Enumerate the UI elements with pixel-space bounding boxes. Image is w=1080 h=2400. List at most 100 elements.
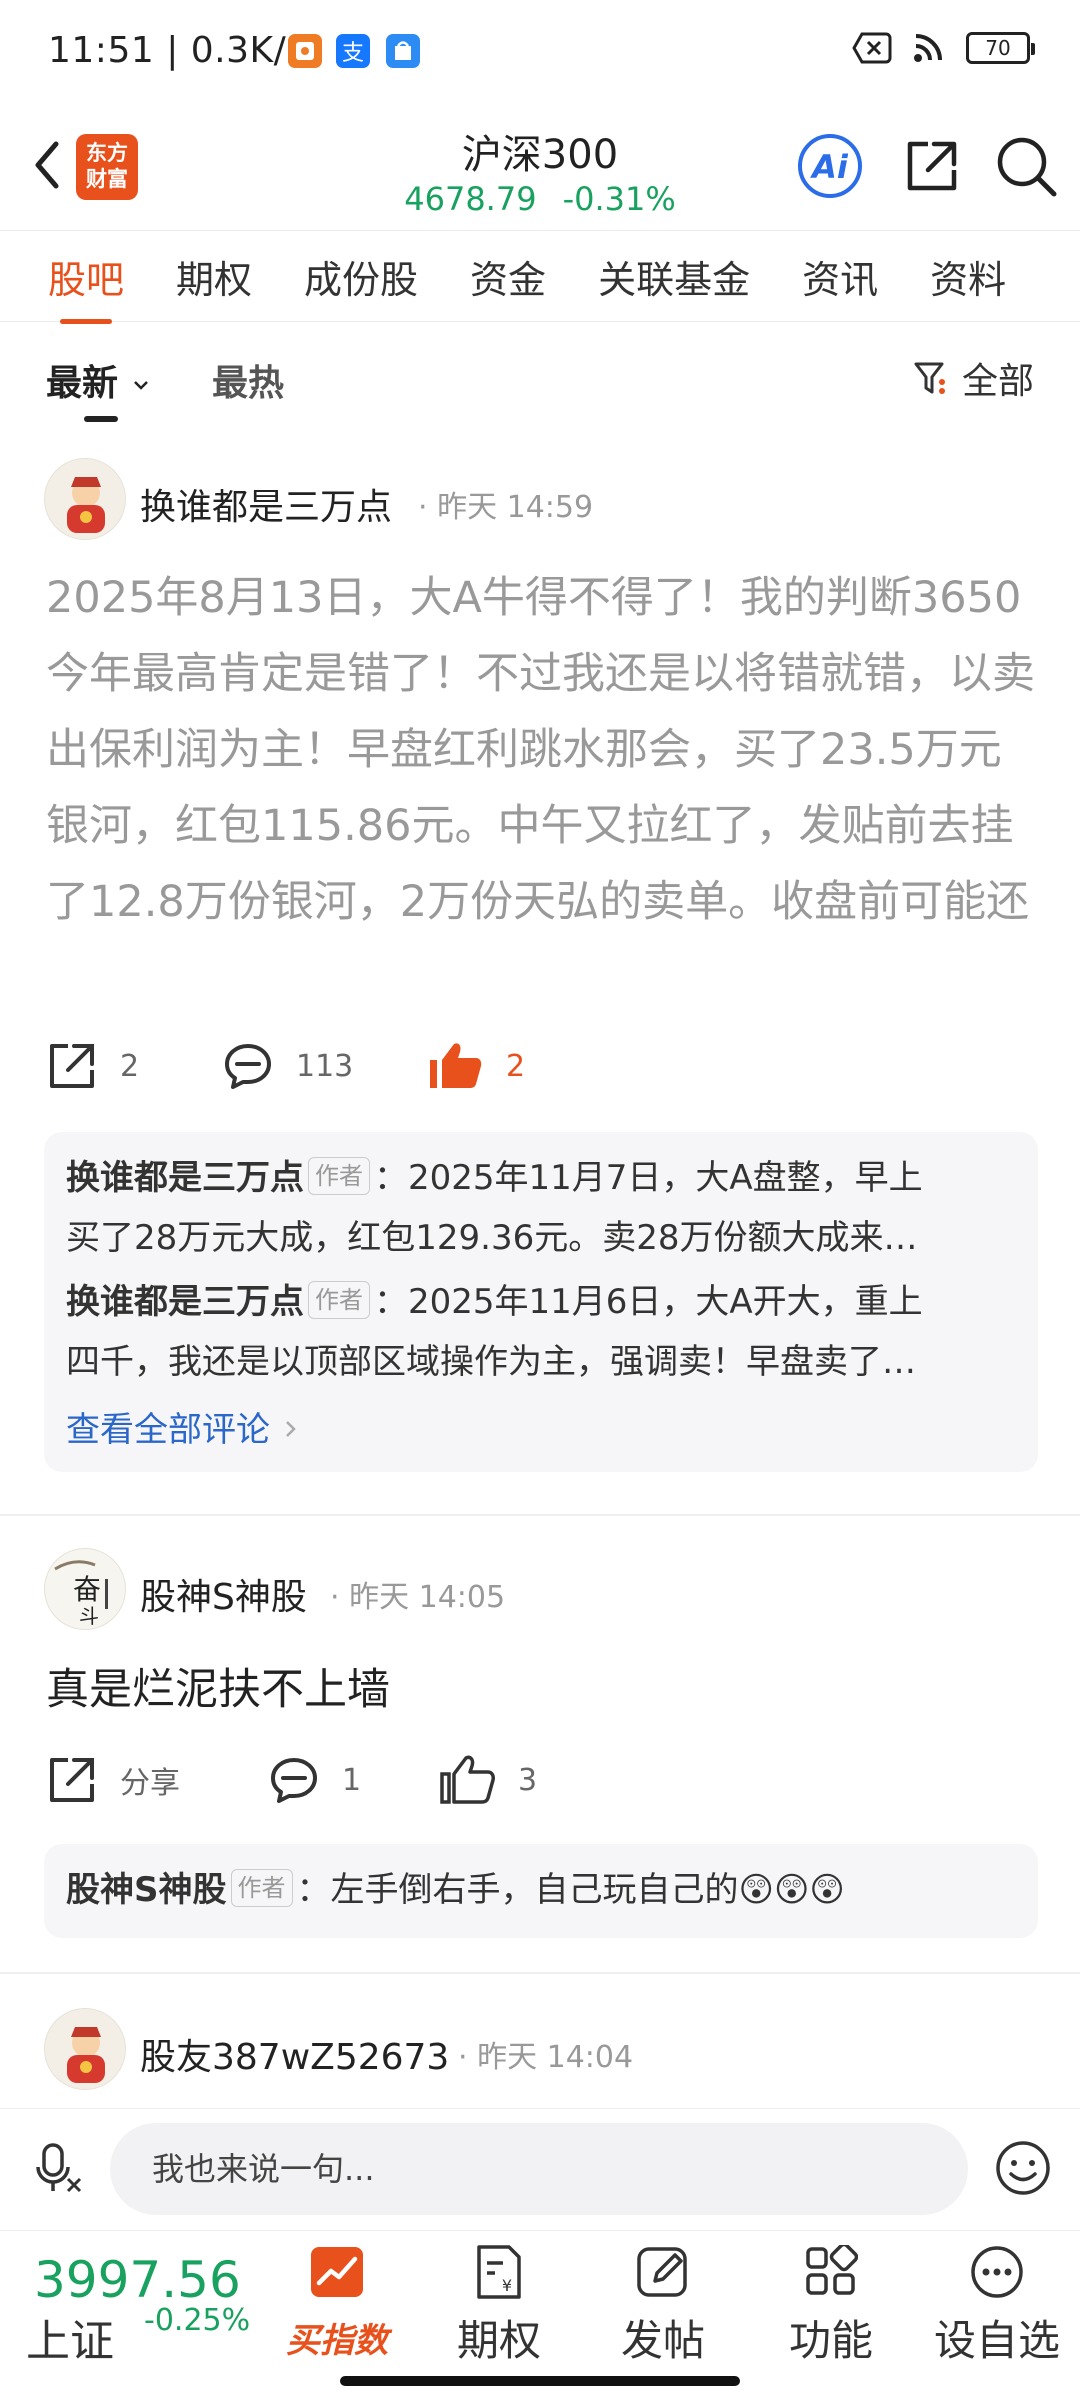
avatar[interactable]: 奋斗 [44,1548,126,1630]
chevron-down-icon [133,381,148,390]
post-author[interactable]: 股友387wZ52673 [140,2028,449,2080]
comment-item-continued[interactable]: 买了28万元大成，红包129.36元。卖28万份额大成来… [66,1208,1014,1268]
sh-index-name: 上证 [26,2316,114,2367]
author-badge: 作者 [230,1868,293,1907]
like-action[interactable]: 3 [440,1754,537,1806]
more-dots-icon [971,2246,1023,2298]
comment-text-line1: ：2025年11月7日，大A盘整，早上 [374,1158,923,1198]
comment-item[interactable]: 股神S神股 作者 ：左手倒右手，自己玩自己的😲😲😲 [66,1860,1014,1920]
nav-post-label: 发帖 [620,2316,705,2365]
tab-related-funds[interactable]: 关联基金 [598,249,750,304]
share-icon[interactable] [898,132,966,200]
sort-latest-label: 最新 [46,363,119,404]
post-actions: 2 113 2 [46,1040,525,1092]
calligraphy-avatar-icon: 奋斗 [54,1560,108,1628]
post-divider [0,1514,1080,1516]
avatar[interactable] [44,458,126,540]
post-time: · 昨天 14:59 [418,490,594,525]
view-all-comments-link[interactable]: 查看全部评论 [66,1402,301,1451]
comment-text-line1: ：2025年11月6日，大A开大，重上 [374,1282,923,1322]
nav-post[interactable]: 发帖 [588,2239,738,2368]
tab-funds[interactable]: 资金 [470,249,546,304]
comment-author[interactable]: 换谁都是三万点 [66,1158,304,1198]
index-change: -0.31% [562,180,676,218]
sh-index-change: -0.25% [144,2303,251,2338]
post-divider [0,1972,1080,1974]
post-time: · 昨天 14:04 [458,2040,634,2075]
comment-item[interactable]: 换谁都是三万点 作者 ：2025年11月7日，大A盘整，早上 [66,1148,1014,1208]
share-action[interactable]: 2 [46,1040,222,1092]
like-action[interactable]: 2 [428,1040,525,1092]
comment-action[interactable]: 1 [268,1754,440,1806]
nav-watchlist[interactable]: 设自选 [922,2239,1072,2368]
post-author[interactable]: 换谁都是三万点 [140,478,392,530]
comment-preview: 换谁都是三万点 作者 ：2025年11月7日，大A盘整，早上 买了28万元大成，红包… [44,1132,1038,1472]
view-all-label: 查看全部评论 [66,1410,270,1450]
nav-options[interactable]: ¥ 期权 [424,2239,574,2368]
post-time-text: 昨天 14:05 [349,1580,506,1615]
filter-button[interactable]: 全部 [912,352,1034,404]
post-time-text: 昨天 14:04 [477,2040,634,2075]
svg-text:斗: 斗 [79,1604,99,1628]
comment-author[interactable]: 股神S神股 [66,1870,227,1910]
nav-functions[interactable]: 功能 [756,2239,906,2368]
tab-guba[interactable]: 股吧 [48,249,124,324]
comment-preview: 股神S神股 作者 ：左手倒右手，自己玩自己的😲😲😲 [44,1844,1038,1938]
comment-count: 113 [296,1048,354,1084]
voice-input-icon[interactable] [30,2139,90,2199]
comment-icon [225,1044,271,1089]
compose-icon [637,2247,687,2297]
search-icon[interactable] [992,132,1060,200]
grid-apps-icon [806,2245,858,2295]
comment-count: 1 [342,1762,362,1798]
comment-input[interactable]: 我也来说一句... [110,2123,968,2215]
comment-author[interactable]: 换谁都是三万点 [66,1282,304,1322]
comment-item[interactable]: 换谁都是三万点 作者 ：2025年11月6日，大A开大，重上 [66,1272,1014,1332]
tab-news[interactable]: 资讯 [802,249,878,304]
home-indicator[interactable] [340,2376,740,2386]
avatar[interactable] [44,2008,126,2090]
svg-text:支: 支 [342,41,364,66]
share-count: 2 [120,1048,140,1084]
sim-off-icon [852,32,892,64]
sh-index-value: 3997.56 [34,2251,241,2309]
post-time: · 昨天 14:05 [330,1580,506,1615]
thumbs-up-icon [440,1755,495,1804]
share-icon [50,1044,94,1088]
comment-icon [271,1758,317,1803]
sort-indicator [84,416,118,422]
red-envelope-app-icon [288,34,322,68]
status-time: 11:51 | 0.3K/s [48,30,306,71]
nav-functions-label: 功能 [788,2316,873,2365]
chevron-right-icon [285,1421,296,1437]
thumbs-up-filled-icon [430,1043,482,1088]
svg-text:Ai: Ai [809,148,849,186]
svg-text:奋: 奋 [73,1573,101,1606]
tab-options[interactable]: 期权 [176,249,252,304]
comment-text-line2: 四千，我还是以顶部区域操作为主，强调卖！早盘卖了… [66,1342,916,1382]
fortune-god-avatar-icon [67,2027,105,2083]
share-icon [50,1758,94,1802]
comment-text-line2: 买了28万元大成，红包129.36元。卖28万份额大成来… [66,1218,918,1258]
sort-hottest[interactable]: 最热 [212,354,284,406]
tab-constituents[interactable]: 成份股 [304,249,418,304]
ai-assistant-icon[interactable]: Ai [796,132,864,200]
post-content[interactable]: 2025年8月13日，大A牛得不得了！我的判断3650今年最高肯定是错了！不过我… [46,560,1040,940]
status-bar: 11:51 | 0.3K/s 支 70 [0,0,1080,100]
post-content[interactable]: 真是烂泥扶不上墙 [46,1652,1040,1728]
nav-watchlist-label: 设自选 [933,2316,1060,2365]
index-price: 4678.79 [404,180,537,218]
sort-latest[interactable]: 最新 [46,354,151,406]
bottom-nav: 3997.56 上证 -0.25% 买指数 ¥ 期权 发帖 功能 设自选 [0,2230,1080,2368]
emoji-icon[interactable] [994,2139,1052,2197]
nav-buy-index-label: 买指数 [286,2321,388,2361]
comment-action[interactable]: 113 [222,1040,428,1092]
share-action[interactable]: 分享 [46,1754,268,1806]
trend-chart-icon [311,2247,363,2297]
post-author[interactable]: 股神S神股 [140,1568,307,1620]
battery-level: 70 [985,36,1011,60]
tab-profile[interactable]: 资料 [930,249,1006,304]
comment-item-continued[interactable]: 四千，我还是以顶部区域操作为主，强调卖！早盘卖了… [66,1332,1014,1392]
nav-buy-index[interactable]: 买指数 [262,2239,412,2362]
comment-text: ：左手倒右手，自己玩自己的😲😲😲 [296,1870,845,1910]
